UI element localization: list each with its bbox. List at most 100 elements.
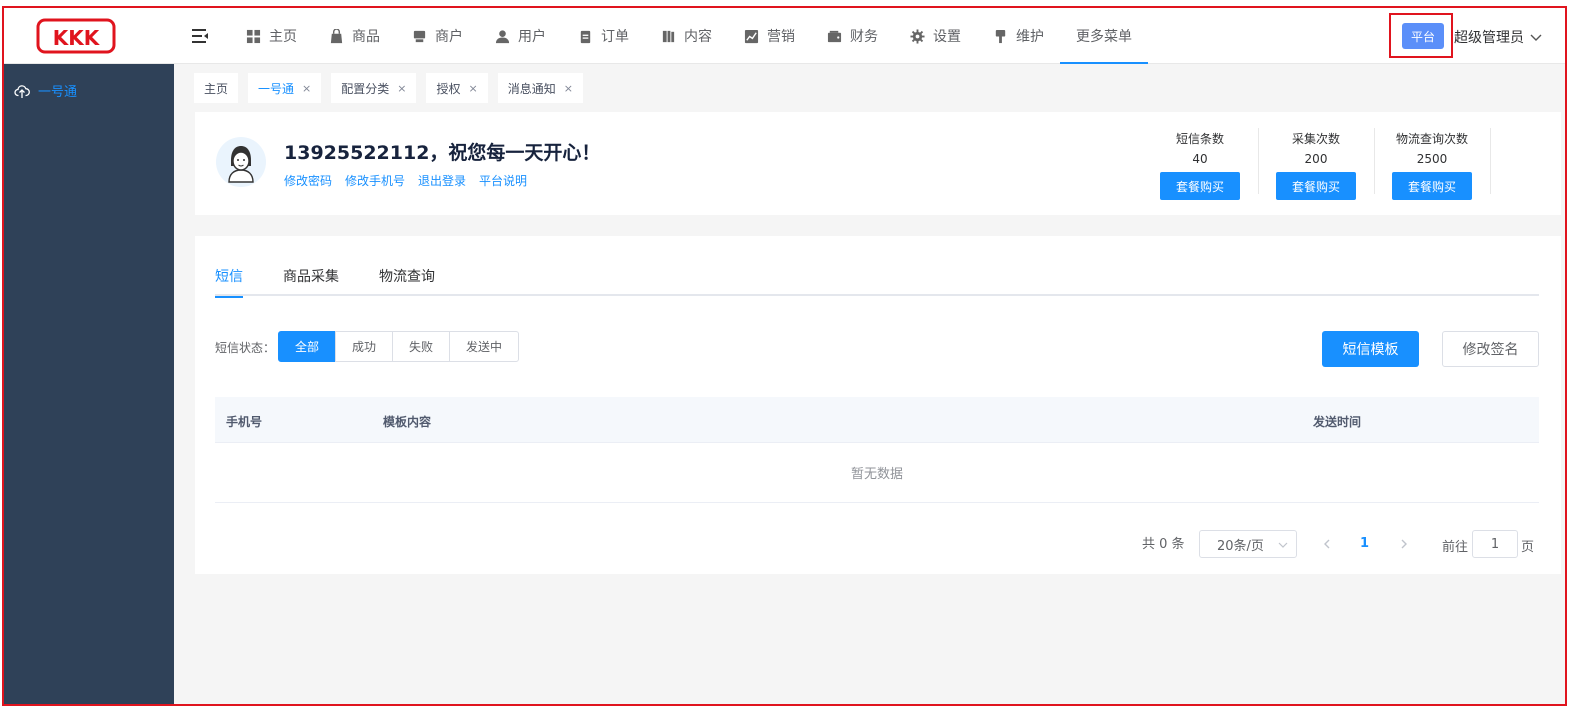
close-icon[interactable]: ×: [302, 82, 311, 95]
top-bar: KKK 主页 商品 商户 用户 订单 内容 营销 财务 设置 维护 更多菜单 平…: [4, 8, 1565, 64]
pagination: 共 0 条 20条/页 1 前往 1 页: [195, 530, 1561, 560]
goto-page-input[interactable]: 1: [1472, 530, 1518, 558]
tag-config-category[interactable]: 配置分类 ×: [331, 73, 417, 103]
nav-item-label: 设置: [933, 29, 961, 45]
close-icon[interactable]: ×: [469, 82, 478, 95]
chevron-down-icon: [1530, 34, 1542, 41]
nav-item-label: 用户: [518, 29, 546, 45]
page-unit-label: 页: [1521, 540, 1535, 555]
nav-item-marketing[interactable]: 营销: [728, 8, 811, 64]
sidebar-item-label: 一号通: [38, 85, 78, 100]
change-phone-link[interactable]: 修改手机号: [345, 172, 405, 189]
column-header-sent-time: 发送时间: [1313, 415, 1362, 429]
nav-item-users[interactable]: 用户: [479, 8, 562, 64]
tag-authorization[interactable]: 授权 ×: [426, 73, 488, 103]
greeting-text: 13925522112，祝您每一天开心！: [284, 142, 601, 164]
account-links: 修改密码 修改手机号 退出登录 平台说明: [284, 172, 540, 189]
tab-sms[interactable]: 短信: [215, 266, 243, 298]
change-password-link[interactable]: 修改密码: [284, 172, 332, 189]
nav-item-finance[interactable]: 财务: [811, 8, 894, 64]
tag-home[interactable]: 主页: [194, 73, 239, 103]
tab-logistics[interactable]: 物流查询: [379, 266, 435, 296]
prev-page-icon[interactable]: [1321, 538, 1333, 550]
clipboard-icon: [580, 30, 591, 43]
tag-label: 授权: [436, 81, 461, 96]
nav-item-home[interactable]: 主页: [230, 8, 313, 64]
nav-item-products[interactable]: 商品: [313, 8, 396, 64]
buy-package-button[interactable]: 套餐购买: [1276, 172, 1356, 200]
tag-label: 消息通知: [507, 81, 556, 96]
nav-item-content[interactable]: 内容: [645, 8, 728, 64]
page-size-select[interactable]: 20条/页: [1199, 530, 1297, 558]
kkk-logo[interactable]: KKK: [36, 16, 116, 56]
tag-label: 配置分类: [341, 81, 390, 96]
goto-label: 前往: [1442, 540, 1469, 555]
nav-item-merchants[interactable]: 商户: [396, 8, 479, 64]
store-icon: [413, 30, 426, 42]
next-page-icon[interactable]: [1398, 538, 1410, 550]
user-icon: [495, 29, 510, 43]
buy-package-button[interactable]: 套餐购买: [1160, 172, 1240, 200]
status-option-sending[interactable]: 发送中: [449, 331, 520, 362]
logo-text: KKK: [53, 26, 101, 50]
stat-value: 200: [1304, 152, 1328, 166]
menu-fold-icon[interactable]: [190, 26, 210, 46]
close-icon[interactable]: ×: [564, 82, 573, 95]
tab-product-collect[interactable]: 商品采集: [283, 266, 339, 296]
tag-message-notification[interactable]: 消息通知 ×: [497, 73, 583, 103]
sms-template-button[interactable]: 短信模板: [1322, 331, 1419, 367]
buy-package-button[interactable]: 套餐购买: [1392, 172, 1472, 200]
account-card: 13925522112，祝您每一天开心！ 修改密码 修改手机号 退出登录 平台说…: [195, 112, 1561, 215]
status-option-all[interactable]: 全部: [278, 331, 337, 362]
status-option-success[interactable]: 成功: [335, 331, 394, 362]
avatar: [216, 137, 266, 187]
nav-item-orders[interactable]: 订单: [562, 8, 645, 64]
column-header-template: 模板内容: [383, 415, 432, 429]
tag-yihaotong[interactable]: 一号通 ×: [248, 73, 322, 103]
nav-item-label: 更多菜单: [1076, 29, 1132, 45]
tag-label: 一号通: [258, 81, 295, 96]
stat-label: 短信条数: [1175, 132, 1224, 146]
nav-item-maintenance[interactable]: 维护: [977, 8, 1060, 64]
close-icon[interactable]: ×: [397, 82, 406, 95]
tab-bar: 短信 商品采集 物流查询: [215, 266, 1539, 298]
main-nav: 主页 商品 商户 用户 订单 内容 营销 财务 设置 维护 更多菜单: [230, 8, 1148, 64]
brush-icon: [995, 29, 1006, 43]
chart-line-icon: [744, 29, 759, 43]
grid-icon: [246, 29, 261, 43]
status-option-failed[interactable]: 失败: [392, 331, 451, 362]
table-empty: 暂无数据: [215, 443, 1539, 503]
stat-value: 2500: [1416, 152, 1448, 166]
nav-item-label: 财务: [850, 29, 878, 45]
sms-status-filter: 全部 成功 失败 发送中: [278, 331, 520, 362]
nav-item-label: 商户: [435, 29, 463, 45]
gear-icon: [910, 28, 925, 44]
nav-item-settings[interactable]: 设置: [894, 8, 977, 64]
tag-label: 主页: [204, 81, 229, 96]
edit-signature-button[interactable]: 修改签名: [1442, 331, 1539, 367]
stat-label: 采集次数: [1291, 132, 1340, 146]
nav-item-label: 主页: [269, 29, 297, 45]
cloud-upload-icon: [14, 84, 30, 98]
admin-dropdown[interactable]: 超级管理员: [1454, 27, 1542, 47]
page-number-current[interactable]: 1: [1360, 536, 1369, 551]
nav-item-label: 商品: [352, 29, 380, 45]
app-frame: KKK 主页 商品 商户 用户 订单 内容 营销 财务 设置 维护 更多菜单 平…: [2, 6, 1567, 706]
stat-logistics: 物流查询次数 2500 套餐购买: [1374, 130, 1490, 200]
platform-info-link[interactable]: 平台说明: [479, 172, 527, 189]
nav-item-more-menu[interactable]: 更多菜单: [1060, 8, 1148, 64]
tags-view: 主页 一号通 × 配置分类 × 授权 × 消息通知 ×: [194, 73, 593, 103]
admin-label: 超级管理员: [1454, 30, 1524, 46]
sidebar-item-yihaotong[interactable]: 一号通: [14, 81, 77, 100]
logout-link[interactable]: 退出登录: [418, 172, 466, 189]
records-card: 短信 商品采集 物流查询 短信状态： 全部 成功 失败 发送中 短信模板 修改签…: [195, 236, 1561, 574]
sidebar: 一号通: [4, 64, 174, 704]
page-size-value: 20条/页: [1217, 538, 1264, 554]
nav-item-label: 订单: [601, 29, 629, 45]
chevron-down-icon: [1278, 542, 1288, 548]
book-icon: [662, 30, 675, 42]
platform-button[interactable]: 平台: [1402, 23, 1444, 49]
stat-value: 40: [1192, 152, 1208, 166]
column-header-phone: 手机号: [226, 415, 263, 429]
nav-item-label: 维护: [1016, 29, 1044, 45]
